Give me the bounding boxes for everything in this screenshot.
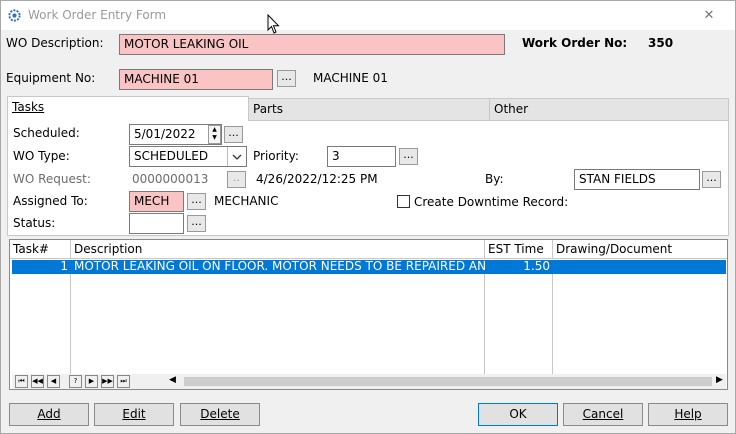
nav-next-button[interactable]: ▶ <box>85 375 98 388</box>
scheduled-label: Scheduled: <box>13 126 80 140</box>
tab-parts[interactable]: Parts <box>248 98 490 120</box>
edit-button-label: Edit <box>122 407 146 421</box>
tab-label: Parts <box>253 102 283 116</box>
column-header-drawing[interactable]: Drawing/Document <box>553 240 727 259</box>
work-order-no-label: Work Order No: <box>522 36 628 50</box>
nav-next-page-button[interactable]: ▶▶ <box>101 375 114 388</box>
column-header-task[interactable]: Task# <box>10 240 71 259</box>
create-downtime-label: Create Downtime Record: <box>414 195 569 209</box>
column-divider <box>484 260 485 374</box>
cancel-button[interactable]: Cancel <box>563 403 643 426</box>
ok-button-label: OK <box>509 407 527 421</box>
by-label: By: <box>485 172 504 186</box>
tab-strip: Tasks Parts Other <box>7 96 729 121</box>
add-button-label: Add <box>37 407 61 421</box>
create-downtime-checkbox[interactable] <box>397 195 410 208</box>
add-button[interactable]: Add <box>9 403 89 426</box>
equipment-name: MACHINE 01 <box>313 71 388 85</box>
equipment-lookup-button[interactable]: ... <box>277 70 296 87</box>
cancel-button-label: Cancel <box>582 407 624 421</box>
priority-input[interactable]: 3 <box>327 146 396 167</box>
assigned-to-name: MECHANIC <box>214 194 279 208</box>
spin-up-icon[interactable]: ▲ <box>209 126 220 134</box>
grid-footer: ⏮ ◀◀ ◀ ? ▶ ▶▶ ⏭ ◀ ▶ <box>12 374 726 389</box>
spin-down-icon[interactable]: ▼ <box>209 134 220 142</box>
scroll-right-icon[interactable]: ▶ <box>716 375 723 385</box>
status-lookup-button[interactable]: ... <box>187 215 206 232</box>
cell-est-time: 1.50 <box>523 260 550 273</box>
scheduled-date-spinner[interactable]: ▲ ▼ <box>208 125 221 144</box>
tab-label: Other <box>494 102 529 116</box>
cell-description: MOTOR LEAKING OIL ON FLOOR. MOTOR NEEDS … <box>74 260 485 273</box>
table-row[interactable]: 1 MOTOR LEAKING OIL ON FLOOR. MOTOR NEED… <box>12 260 726 274</box>
nav-last-button[interactable]: ⏭ <box>117 375 130 388</box>
cell-drawing <box>553 260 726 274</box>
horizontal-scrollbar-thumb[interactable] <box>184 377 712 386</box>
assigned-to-input[interactable]: MECH <box>129 191 184 212</box>
gear-icon <box>8 9 21 22</box>
by-lookup-button[interactable]: ... <box>702 171 721 188</box>
close-icon: ✕ <box>703 8 715 23</box>
work-order-no-value: 350 <box>648 36 674 50</box>
wo-description-input[interactable]: MOTOR LEAKING OIL <box>119 34 505 55</box>
column-divider <box>552 260 553 374</box>
tasks-grid: Task# Description EST Time Drawing/Docum… <box>9 239 728 390</box>
wo-request-label: WO Request: <box>13 172 91 186</box>
column-divider <box>70 260 71 374</box>
mouse-cursor-icon <box>267 14 280 34</box>
work-order-entry-window: Work Order Entry Form ✕ WO Description: … <box>0 0 736 434</box>
equipment-no-input[interactable]: MACHINE 01 <box>119 69 273 90</box>
status-label: Status: <box>13 216 56 230</box>
tab-label: Tasks <box>12 100 45 114</box>
nav-first-button[interactable]: ⏮ <box>15 375 28 388</box>
edit-button[interactable]: Edit <box>94 403 174 426</box>
help-button-label: Help <box>674 407 702 421</box>
by-input[interactable]: STAN FIELDS <box>574 169 700 190</box>
request-datetime: 4/26/2022/12:25 PM <box>256 172 378 186</box>
wo-type-dropdown[interactable] <box>227 147 246 166</box>
nav-prev-page-button[interactable]: ◀◀ <box>31 375 44 388</box>
nav-help-button[interactable]: ? <box>69 375 82 388</box>
nav-prev-button[interactable]: ◀ <box>47 375 60 388</box>
equipment-no-label: Equipment No: <box>6 71 96 85</box>
wo-description-label: WO Description: <box>6 36 104 50</box>
cell-task: 1 <box>60 260 68 273</box>
scheduled-lookup-button[interactable]: ... <box>224 126 243 143</box>
wo-request-lookup-button[interactable]: .. <box>227 171 246 188</box>
column-header-description[interactable]: Description <box>71 240 485 259</box>
wo-type-label: WO Type: <box>13 149 70 163</box>
close-button[interactable]: ✕ <box>683 1 735 30</box>
ok-button[interactable]: OK <box>478 403 558 426</box>
window-title: Work Order Entry Form <box>28 8 167 22</box>
title-bar: Work Order Entry Form ✕ <box>1 1 735 30</box>
priority-lookup-button[interactable]: ... <box>399 148 418 165</box>
assigned-to-lookup-button[interactable]: ... <box>187 193 206 210</box>
tab-other[interactable]: Other <box>489 98 729 120</box>
priority-label: Priority: <box>253 149 299 163</box>
column-header-est-time[interactable]: EST Time <box>485 240 553 259</box>
delete-button-label: Delete <box>200 407 240 421</box>
chevron-down-icon <box>232 154 242 160</box>
assigned-to-label: Assigned To: <box>13 194 88 208</box>
scroll-left-icon[interactable]: ◀ <box>169 375 176 385</box>
delete-button[interactable]: Delete <box>180 403 260 426</box>
help-button[interactable]: Help <box>648 403 728 426</box>
wo-request-value: 0000000013 <box>132 172 209 186</box>
tab-tasks[interactable]: Tasks <box>7 96 249 121</box>
status-input[interactable] <box>129 213 184 234</box>
